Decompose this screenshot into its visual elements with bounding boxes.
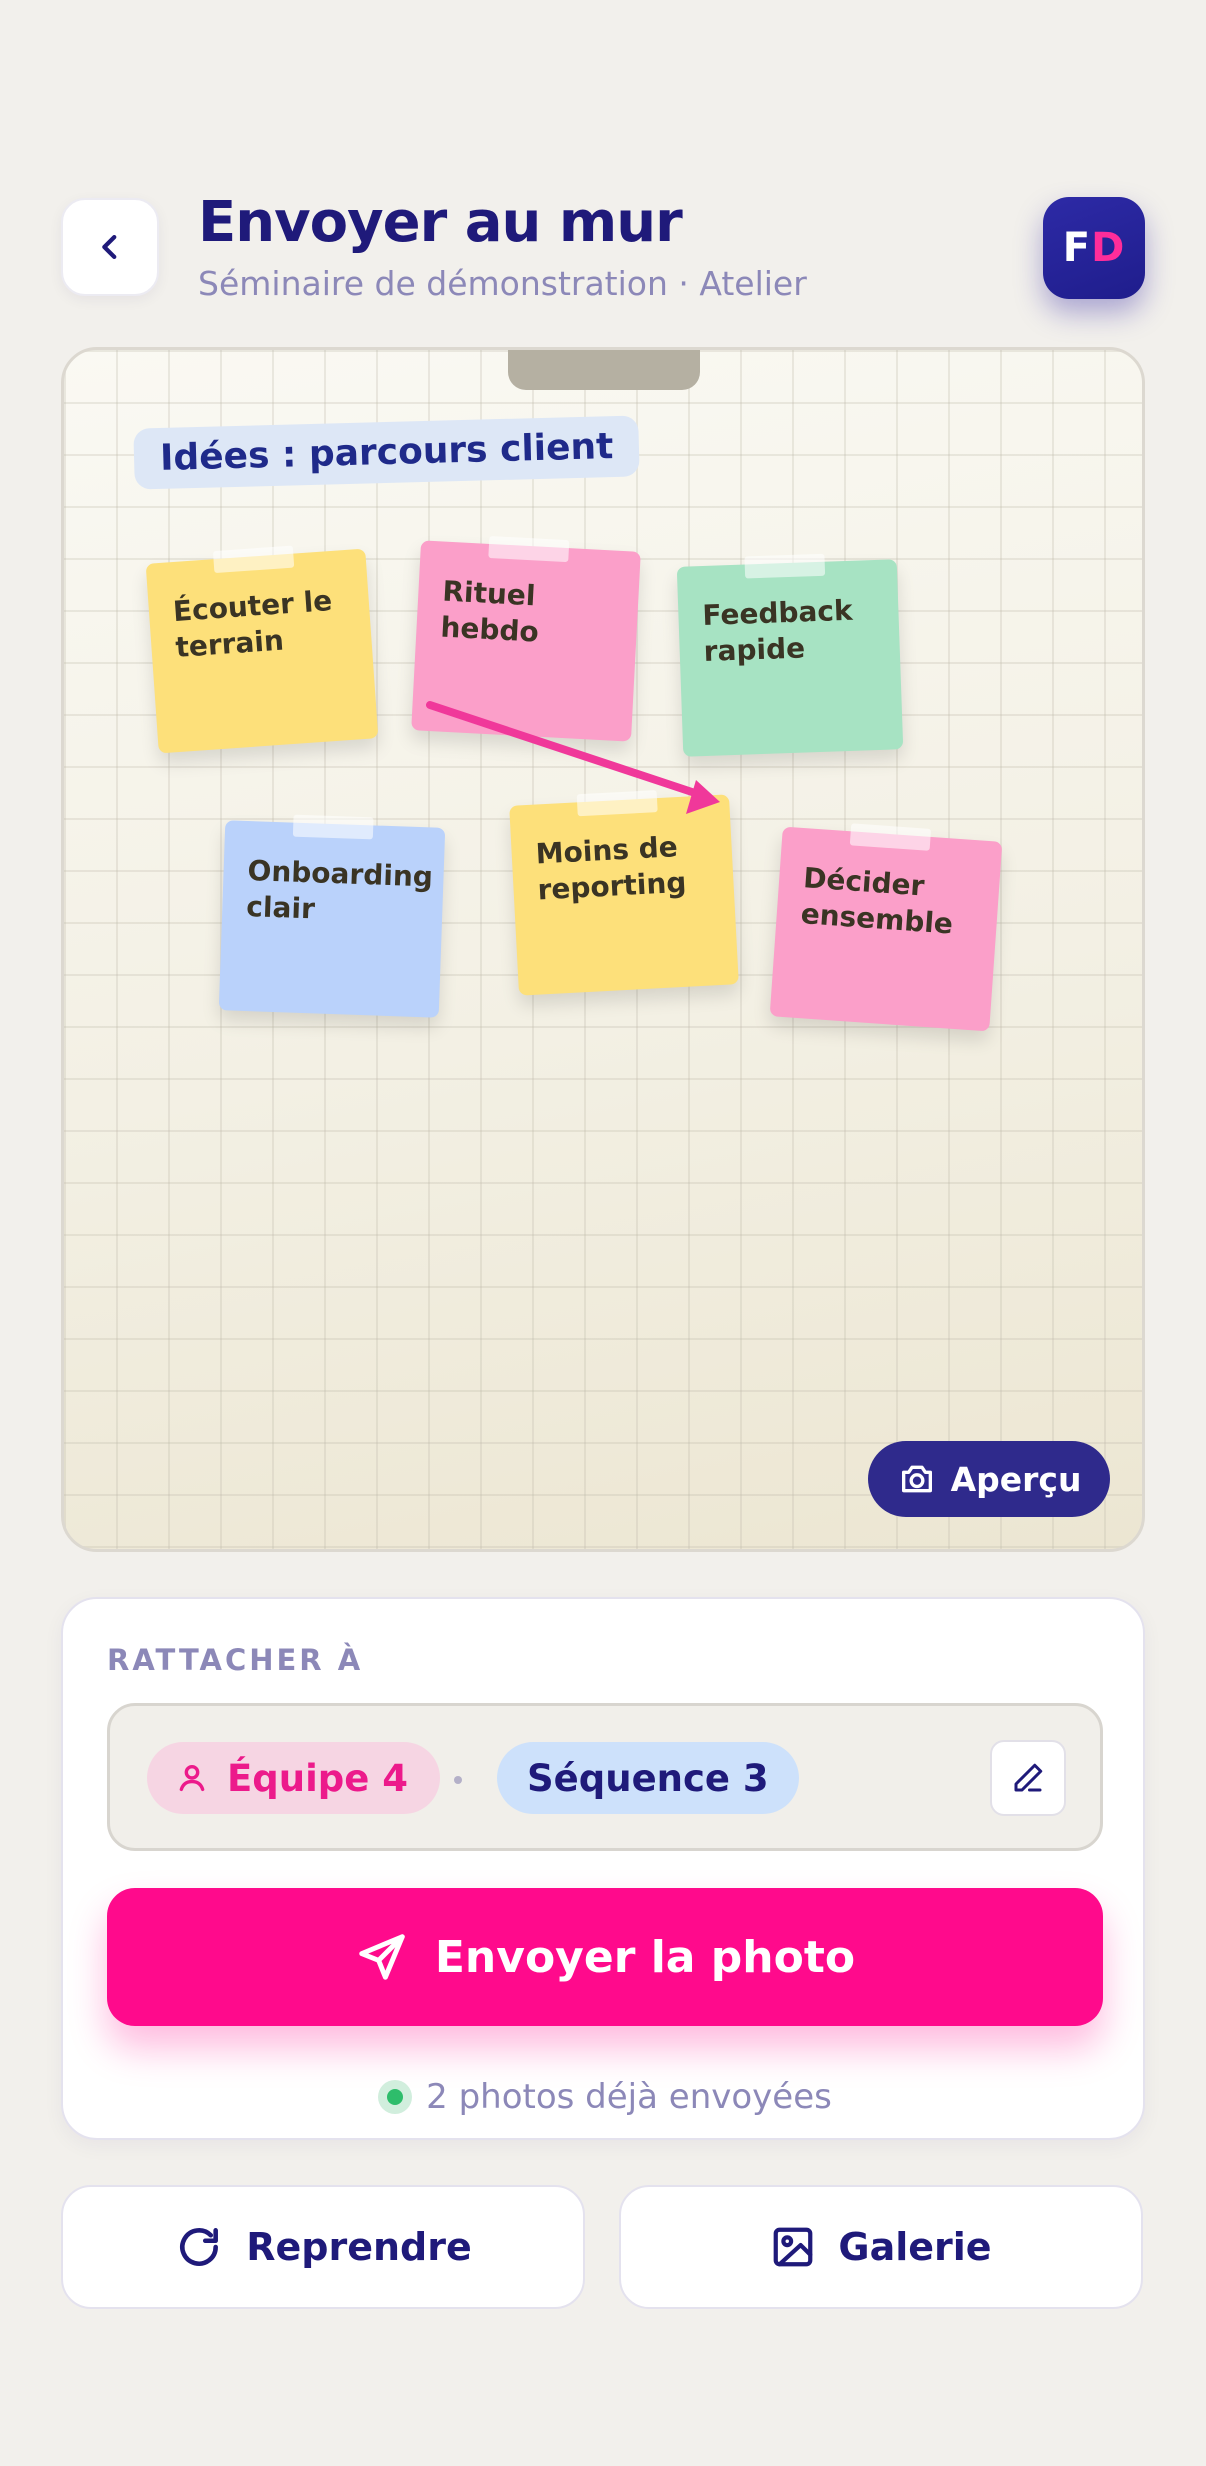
- status-dot-icon: [378, 2080, 413, 2114]
- sticky-note: Rituel hebdo: [411, 535, 641, 742]
- camera-icon: [901, 1465, 932, 1493]
- sticky-note-text: Moins de reporting: [534, 830, 688, 907]
- back-button[interactable]: [61, 198, 159, 296]
- sticky-note: Décider ensemble: [769, 823, 1003, 1032]
- preview-button[interactable]: Aperçu: [868, 1441, 1110, 1517]
- page-subtitle: Séminaire de démonstration · Atelier: [198, 264, 807, 303]
- sticky-note: Écouter le terrain: [145, 545, 379, 754]
- note-tape: [488, 535, 570, 563]
- team-chip-label: Équipe 4: [227, 1756, 408, 1800]
- photo-clip: [508, 350, 700, 390]
- send-photo-button[interactable]: Envoyer la photo: [107, 1888, 1103, 2026]
- sequence-chip-label: Séquence 3: [527, 1756, 769, 1800]
- avatar-initial-second: D: [1091, 225, 1126, 271]
- sticky-note: Onboarding clair: [218, 814, 446, 1018]
- retake-label: Reprendre: [246, 2225, 472, 2269]
- send-photo-label: Envoyer la photo: [434, 1931, 856, 1983]
- sticky-note-text: Écouter le terrain: [171, 584, 334, 665]
- preview-button-label: Aperçu: [950, 1459, 1082, 1499]
- page-title: Envoyer au mur: [198, 190, 683, 255]
- sequence-chip[interactable]: Séquence 3: [497, 1742, 799, 1814]
- chip-separator: [454, 1776, 462, 1784]
- note-tape: [292, 814, 374, 840]
- sticky-note-text: Feedback rapide: [701, 593, 854, 669]
- chevron-left-icon: [102, 234, 117, 260]
- retake-button[interactable]: Reprendre: [61, 2185, 585, 2309]
- note-tape: [849, 823, 932, 851]
- wall-title: Idées : parcours client: [133, 415, 641, 490]
- sticky-note: Feedback rapide: [676, 553, 904, 757]
- avatar[interactable]: FD: [1043, 197, 1145, 299]
- note-tape: [576, 790, 658, 817]
- gallery-button[interactable]: Galerie: [619, 2185, 1143, 2309]
- avatar-initial-first: F: [1062, 225, 1092, 271]
- sticky-note-text: Onboarding clair: [245, 854, 434, 926]
- sent-status: 2 photos déjà envoyées: [63, 2077, 1147, 2117]
- pencil-icon: [1014, 1763, 1043, 1792]
- attach-target-box: Équipe 4 Séquence 3: [107, 1703, 1103, 1851]
- note-tape: [212, 545, 295, 574]
- edit-attach-button[interactable]: [990, 1740, 1066, 1816]
- note-tape: [744, 553, 826, 579]
- sticky-note-text: Rituel hebdo: [439, 574, 540, 650]
- image-icon: [774, 2227, 813, 2267]
- sticky-note: Moins de reporting: [509, 790, 739, 996]
- photo-preview: Idées : parcours client Écouter le terra…: [61, 347, 1145, 1552]
- attach-card: RATTACHER À Équipe 4 Séquence 3 Envoyer …: [61, 1597, 1145, 2140]
- sticky-note-text: Décider ensemble: [799, 861, 955, 942]
- refresh-icon: [180, 2228, 219, 2266]
- gallery-label: Galerie: [838, 2225, 992, 2269]
- team-chip[interactable]: Équipe 4: [147, 1742, 440, 1814]
- attach-label: RATTACHER À: [107, 1643, 364, 1677]
- user-icon: [179, 1764, 205, 1792]
- send-icon: [359, 1934, 405, 1980]
- sent-status-text: 2 photos déjà envoyées: [426, 2077, 832, 2117]
